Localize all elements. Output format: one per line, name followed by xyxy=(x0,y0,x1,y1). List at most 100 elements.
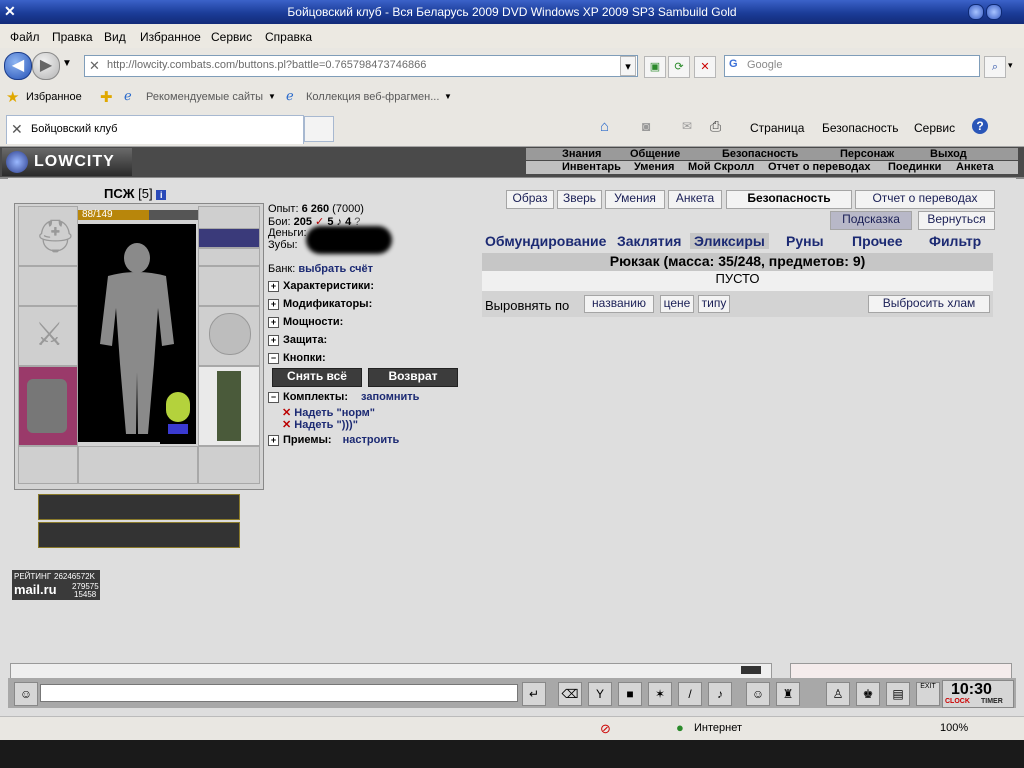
helmet-slot[interactable]: ⛑ xyxy=(18,206,78,266)
throw-junk-button[interactable]: Выбросить хлам xyxy=(868,295,990,313)
belt-slot[interactable] xyxy=(18,446,78,484)
slash-icon[interactable]: / xyxy=(678,682,702,706)
boots-slot[interactable] xyxy=(198,446,260,484)
search-options-icon[interactable]: ▾ xyxy=(1008,60,1013,71)
zoom-level[interactable]: 100% xyxy=(940,722,968,734)
search-icon[interactable]: ⌕ xyxy=(984,56,1006,78)
sort-by-type-button[interactable]: типу xyxy=(698,295,730,313)
section-moves[interactable]: + Приемы: настроить xyxy=(268,434,476,448)
nav-character[interactable]: Персонаж xyxy=(840,148,894,160)
chat-speaker-icon[interactable]: ☺ xyxy=(14,682,38,706)
forward-button[interactable]: ▶ xyxy=(32,52,60,80)
web-slice-gallery-link[interactable]: Коллекция веб-фрагмен... xyxy=(306,91,439,103)
tab-fight-club[interactable]: ✕ Бойцовский клуб xyxy=(6,115,304,144)
security-button[interactable]: Безопасность xyxy=(726,190,852,209)
address-input[interactable]: http://lowcity.combats.com/buttons.pl?ba… xyxy=(107,59,426,71)
fighter-icon[interactable]: ✶ xyxy=(648,682,672,706)
print-icon[interactable]: ⎙ xyxy=(710,118,721,135)
nav-inventory[interactable]: Инвентарь xyxy=(562,161,621,173)
tab-equipment[interactable]: Обмундирование xyxy=(485,233,606,249)
pet-button[interactable]: Зверь xyxy=(557,190,602,209)
eraser-icon[interactable]: ⌫ xyxy=(558,682,582,706)
pet-image[interactable] xyxy=(160,374,196,444)
chat-input[interactable] xyxy=(40,684,518,702)
tab-runes[interactable]: Руны xyxy=(786,233,824,249)
exit-button[interactable]: EXIT xyxy=(916,682,940,706)
nav-security[interactable]: Безопасность xyxy=(722,148,798,160)
choose-account-link[interactable]: выбрать счёт xyxy=(298,263,373,275)
page-menu[interactable]: Страница xyxy=(750,121,804,135)
home-icon[interactable]: ⌂ xyxy=(600,118,609,135)
scroll-thumb[interactable] xyxy=(741,666,761,674)
send-icon[interactable]: ↵ xyxy=(522,682,546,706)
music-icon[interactable]: ♪ xyxy=(708,682,732,706)
favorites-button[interactable]: Избранное xyxy=(26,91,82,103)
rating-badge[interactable]: РЕЙТИНГ 26246572K mail.ru 279575 15458 xyxy=(12,570,100,600)
image-button[interactable]: Образ xyxy=(506,190,554,209)
tools-menu[interactable]: Сервис xyxy=(914,121,955,135)
people-icon[interactable]: ♚ xyxy=(856,682,880,706)
history-dropdown-icon[interactable]: ▼ xyxy=(62,58,72,69)
search-box[interactable]: G Google xyxy=(724,55,980,77)
pants-slot[interactable] xyxy=(198,366,260,446)
tab-spells[interactable]: Заклятия xyxy=(617,233,681,249)
horizontal-scrollbar[interactable] xyxy=(10,663,772,679)
skills-button[interactable]: Умения xyxy=(605,190,665,209)
back-link-button[interactable]: Вернуться xyxy=(918,211,995,230)
return-button[interactable]: Возврат xyxy=(368,368,458,387)
filter-icon[interactable]: Y xyxy=(588,682,612,706)
hint-button[interactable]: Подсказка xyxy=(830,211,912,230)
save-icon[interactable]: ■ xyxy=(618,682,642,706)
profile-button[interactable]: Анкета xyxy=(668,190,722,209)
mail-icon[interactable]: ✉ xyxy=(682,119,692,133)
minimize-button[interactable] xyxy=(968,4,984,20)
back-button[interactable]: ◀ xyxy=(4,52,32,80)
remove-all-button[interactable]: Снять всё xyxy=(272,368,362,387)
feeds-icon[interactable]: ◙ xyxy=(642,118,650,134)
smiley-icon[interactable]: ☺ xyxy=(746,682,770,706)
belt-items-slot[interactable] xyxy=(78,446,198,484)
tab-other[interactable]: Прочее xyxy=(852,233,903,249)
nav-transfer-report[interactable]: Отчет о переводах xyxy=(768,161,871,173)
section-modifiers[interactable]: + Модификаторы: xyxy=(268,298,476,312)
weapon-slot[interactable]: ⚔ xyxy=(18,306,78,366)
help-icon[interactable]: ? xyxy=(972,118,988,134)
tab-elixirs[interactable]: Эликсиры xyxy=(690,233,769,249)
address-dropdown-icon[interactable]: ▾ xyxy=(620,56,636,76)
menu-favorites[interactable]: Избранное xyxy=(140,30,201,44)
nav-communication[interactable]: Общение xyxy=(630,148,680,160)
remember-set-link[interactable]: запомнить xyxy=(361,391,419,403)
section-powers[interactable]: + Мощности: xyxy=(268,316,476,330)
info-icon[interactable]: i xyxy=(156,190,167,200)
nav-skills[interactable]: Умения xyxy=(634,161,674,173)
nav-my-scroll[interactable]: Мой Скролл xyxy=(688,161,754,173)
address-bar[interactable]: ✕ http://lowcity.combats.com/buttons.pl?… xyxy=(84,55,638,77)
configure-moves-link[interactable]: настроить xyxy=(343,434,400,446)
stop-icon[interactable]: ✕ xyxy=(694,56,716,78)
menu-file[interactable]: Файл xyxy=(10,30,40,44)
menu-help[interactable]: Справка xyxy=(265,30,312,44)
nav-fights[interactable]: Поединки xyxy=(888,161,941,173)
security-menu[interactable]: Безопасность xyxy=(822,121,899,135)
earrings-slot[interactable] xyxy=(198,206,260,230)
nav-knowledge[interactable]: Знания xyxy=(562,148,601,160)
lock-icon[interactable]: ▤ xyxy=(886,682,910,706)
section-buttons[interactable]: − Кнопки: xyxy=(268,352,476,366)
transfer-report-button[interactable]: Отчет о переводах xyxy=(855,190,995,209)
armor-slot[interactable] xyxy=(18,366,78,446)
section-protection[interactable]: + Защита: xyxy=(268,334,476,348)
nav-profile[interactable]: Анкета xyxy=(956,161,994,173)
compat-view-icon[interactable]: ▣ xyxy=(644,56,666,78)
bracers-slot[interactable] xyxy=(18,266,78,306)
maximize-button[interactable] xyxy=(986,4,1002,20)
new-tab-button[interactable] xyxy=(304,116,334,142)
nav-exit[interactable]: Выход xyxy=(930,148,967,160)
bottle-icon[interactable]: ♙ xyxy=(826,682,850,706)
section-characteristics[interactable]: + Характеристики: xyxy=(268,280,476,294)
set-item-smile[interactable]: ✕ Надеть ")))" xyxy=(282,418,358,431)
menu-view[interactable]: Вид xyxy=(104,30,126,44)
refresh-icon[interactable]: ⟳ xyxy=(668,56,690,78)
shield-slot[interactable] xyxy=(198,306,260,366)
menu-edit[interactable]: Правка xyxy=(52,30,93,44)
rings-slot[interactable] xyxy=(198,248,260,266)
